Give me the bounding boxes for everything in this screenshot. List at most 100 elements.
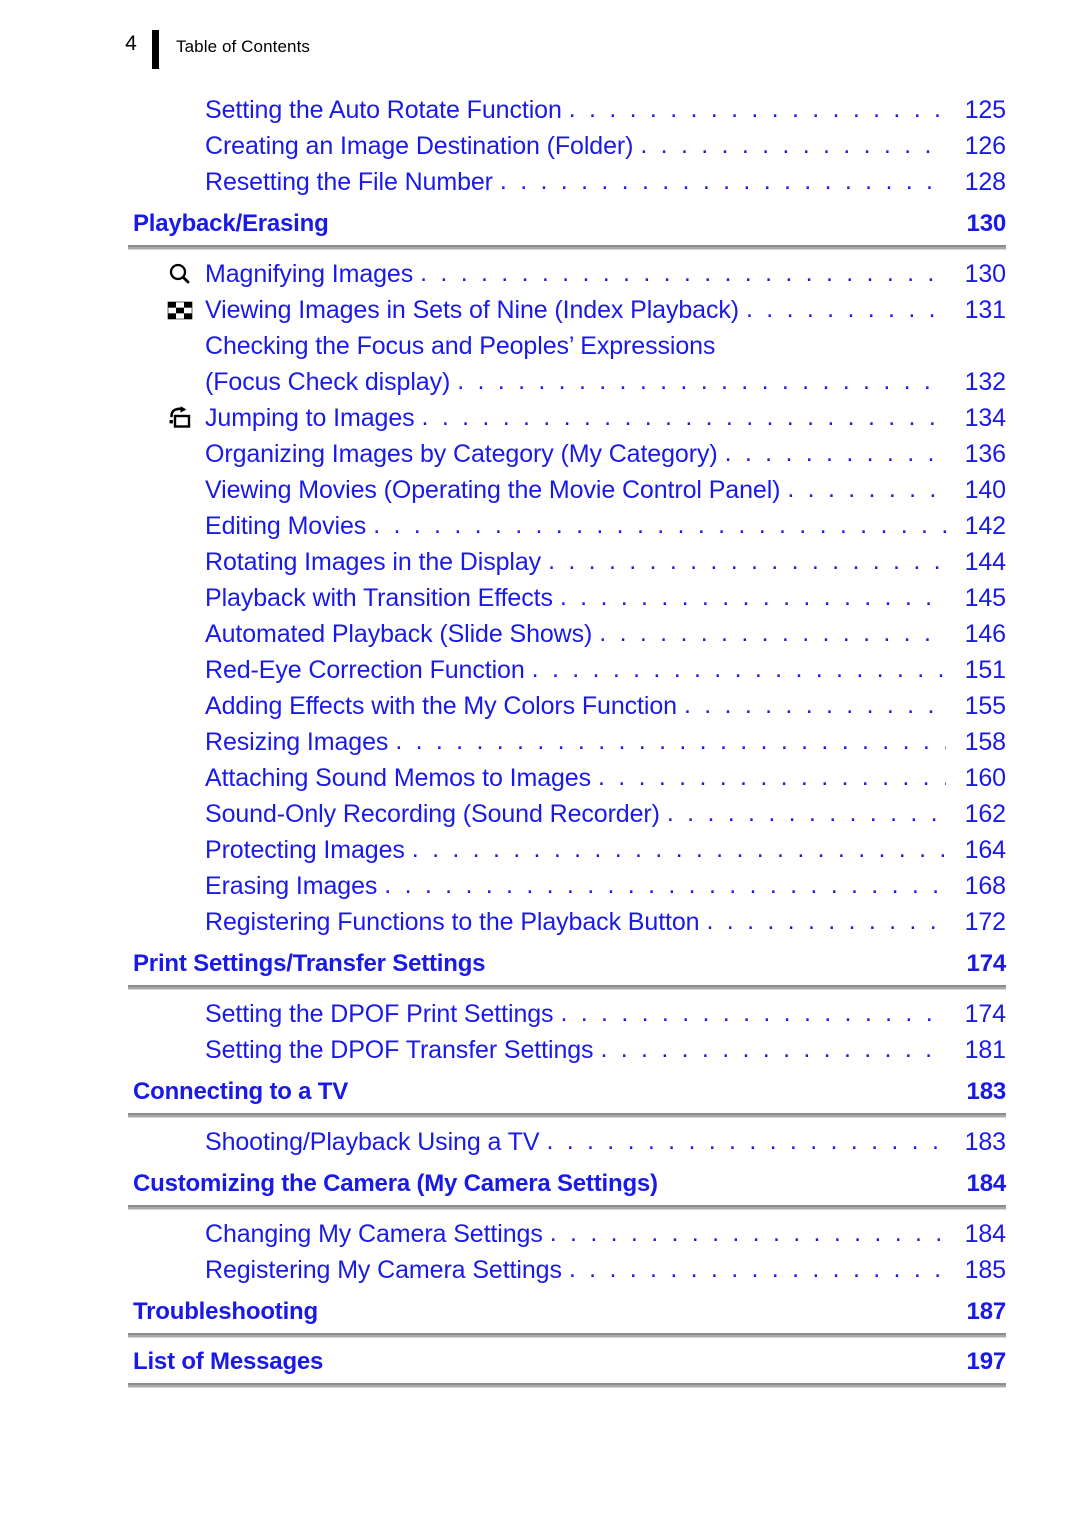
toc-entry-label: Viewing Movies (Operating the Movie Cont… <box>205 476 781 504</box>
toc-entry-label: Changing My Camera Settings <box>205 1220 543 1248</box>
toc-entry-label: Adding Effects with the My Colors Functi… <box>205 692 677 720</box>
toc-entry-page-number: 164 <box>964 836 1007 864</box>
toc-entry-page-number: 174 <box>964 1000 1007 1028</box>
toc-entry-page-number: 142 <box>964 512 1007 540</box>
toc-entry-label: Viewing Images in Sets of Nine (Index Pl… <box>205 296 739 324</box>
toc-entry[interactable]: Protecting Images. . . . . . . . . . . .… <box>0 832 1080 868</box>
toc-entry[interactable]: Viewing Movies (Operating the Movie Cont… <box>0 472 1080 508</box>
section-divider-rule <box>128 1205 1006 1210</box>
toc-entry[interactable]: Resizing Images. . . . . . . . . . . . .… <box>0 724 1080 760</box>
toc-entry-page-number: 125 <box>964 96 1007 124</box>
toc-entry[interactable]: Erasing Images. . . . . . . . . . . . . … <box>0 868 1080 904</box>
toc-entry-list: Magnifying Images . . . . . . . . . . . .… <box>0 256 1080 940</box>
toc-entry-page-number: 155 <box>964 692 1007 720</box>
toc-section-page-number: 187 <box>966 1298 1007 1325</box>
dot-leader: . . . . . . . . . . . . . . . . . . . . … <box>666 799 946 827</box>
toc-entry-label: Erasing Images <box>205 872 378 900</box>
section-divider-rule <box>128 985 1006 990</box>
toc-entry-label: Registering Functions to the Playback Bu… <box>205 908 700 936</box>
toc-entry[interactable]: Changing My Camera Settings. . . . . . .… <box>0 1216 1080 1252</box>
toc-entry-list: Changing My Camera Settings. . . . . . .… <box>0 1216 1080 1288</box>
toc-entry[interactable]: Checking the Focus and Peoples’ Expressi… <box>0 328 1080 364</box>
toc-entry-page-number: 130 <box>964 260 1007 288</box>
toc-entry-page-number: 131 <box>964 296 1007 324</box>
toc-section-title: Troubleshooting <box>133 1298 318 1325</box>
toc-entry-label: Shooting/Playback Using a TV <box>205 1128 540 1156</box>
toc-entry[interactable]: Organizing Images by Category (My Catego… <box>0 436 1080 472</box>
toc-entry-page-number: 158 <box>964 728 1007 756</box>
toc-entry[interactable]: Rotating Images in the Display. . . . . … <box>0 544 1080 580</box>
toc-entry-label: Magnifying Images <box>205 260 414 288</box>
toc-entry[interactable]: Shooting/Playback Using a TV. . . . . . … <box>0 1124 1080 1160</box>
toc-entry[interactable]: Adding Effects with the My Colors Functi… <box>0 688 1080 724</box>
toc-entry-label: Resetting the File Number <box>205 168 493 196</box>
toc-section-title: Connecting to a TV <box>133 1078 349 1105</box>
toc-entry-page-number: 181 <box>964 1036 1007 1064</box>
toc-entry[interactable]: Editing Movies. . . . . . . . . . . . . … <box>0 508 1080 544</box>
toc-entry[interactable]: Magnifying Images. . . . . . . . . . . .… <box>0 256 1080 292</box>
toc-section-title: Playback/Erasing <box>133 210 329 237</box>
dot-leader: . . . . . . . . . . . . . . . . . . . . … <box>599 619 946 647</box>
index-playback-icon <box>167 298 197 320</box>
toc-entry[interactable]: Attaching Sound Memos to Images. . . . .… <box>0 760 1080 796</box>
dot-leader: . . . . . . . . . . . . . . . . . . . . … <box>384 871 946 899</box>
toc-entry-label: Editing Movies <box>205 512 367 540</box>
toc-entry-label: Rotating Images in the Display <box>205 548 542 576</box>
dot-leader: . . . . . . . . . . . . . . . . . . . . … <box>411 835 946 863</box>
toc-entry-page-number: 134 <box>964 404 1007 432</box>
toc-entry[interactable]: (Focus Check display). . . . . . . . . .… <box>0 364 1080 400</box>
toc-entry[interactable]: Creating an Image Destination (Folder). … <box>0 128 1080 164</box>
toc-entry[interactable]: Registering Functions to the Playback Bu… <box>0 904 1080 940</box>
toc-section-title: List of Messages <box>133 1348 324 1375</box>
toc-entry-page-number: 145 <box>964 584 1007 612</box>
toc-continued-entries: Setting the Auto Rotate Function . . . . … <box>0 92 1080 200</box>
toc-entry[interactable]: Setting the Auto Rotate Function. . . . … <box>0 92 1080 128</box>
toc-entry[interactable]: Jumping to Images. . . . . . . . . . . .… <box>0 400 1080 436</box>
toc-entry-page-number: 172 <box>964 908 1007 936</box>
toc-entry-page-number: 144 <box>964 548 1007 576</box>
section-divider-rule <box>128 245 1006 250</box>
toc-section-header[interactable]: Print Settings/Transfer Settings 174 <box>0 950 1080 978</box>
toc-entry[interactable]: Registering My Camera Settings. . . . . … <box>0 1252 1080 1288</box>
dot-leader: . . . . . . . . . . . . . . . . . . . . … <box>683 691 946 719</box>
dot-leader: . . . . . . . . . . . . . . . . . . . . … <box>706 907 947 935</box>
toc-entry-label: Attaching Sound Memos to Images <box>205 764 591 792</box>
table-of-contents: Setting the Auto Rotate Function . . . . … <box>0 92 1080 1394</box>
toc-entry-label: Resizing Images <box>205 728 389 756</box>
toc-entry-label: Setting the DPOF Print Settings <box>205 1000 554 1028</box>
toc-section-header[interactable]: Playback/Erasing 130 <box>0 210 1080 238</box>
toc-section: Connecting to a TV 183 Shooting/Playback U… <box>0 1078 1080 1160</box>
toc-entry[interactable]: Viewing Images in Sets of Nine (Index Pl… <box>0 292 1080 328</box>
dot-leader: . . . . . . . . . . . . . . . . . . . . … <box>549 1219 946 1247</box>
toc-section-header[interactable]: Connecting to a TV 183 <box>0 1078 1080 1106</box>
magnifier-icon <box>167 262 197 284</box>
page-number: 4 <box>125 32 137 55</box>
header-divider-bar <box>152 30 159 69</box>
toc-entry-label: Automated Playback (Slide Shows) <box>205 620 593 648</box>
toc-section-page-number: 184 <box>966 1170 1007 1197</box>
dot-leader: . . . . . . . . . . . . . . . . . . . . … <box>598 763 946 791</box>
toc-entry[interactable]: Playback with Transition Effects. . . . … <box>0 580 1080 616</box>
toc-entry-page-number: 185 <box>964 1256 1007 1284</box>
toc-entry-label: Organizing Images by Category (My Catego… <box>205 440 718 468</box>
toc-section-header[interactable]: Customizing the Camera (My Camera Settin… <box>0 1170 1080 1198</box>
toc-entry-label: Jumping to Images <box>205 404 415 432</box>
toc-section-header[interactable]: Troubleshooting 187 <box>0 1298 1080 1326</box>
toc-entry-label: Sound-Only Recording (Sound Recorder) <box>205 800 660 828</box>
toc-entry-list: Setting the DPOF Print Settings. . . . .… <box>0 996 1080 1068</box>
toc-entry[interactable]: Red-Eye Correction Function. . . . . . .… <box>0 652 1080 688</box>
toc-section-header[interactable]: List of Messages 197 <box>0 1348 1080 1376</box>
toc-entry[interactable]: Sound-Only Recording (Sound Recorder). .… <box>0 796 1080 832</box>
toc-entry[interactable]: Resetting the File Number. . . . . . . .… <box>0 164 1080 200</box>
toc-section-page-number: 174 <box>966 950 1007 977</box>
dot-leader: . . . . . . . . . . . . . . . . . . . . … <box>746 295 946 323</box>
dot-leader: . . . . . . . . . . . . . . . . . . . . … <box>560 999 946 1027</box>
toc-entry[interactable]: Automated Playback (Slide Shows). . . . … <box>0 616 1080 652</box>
page-header: 4 Table of Contents <box>0 28 1080 72</box>
toc-entry[interactable]: Setting the DPOF Print Settings. . . . .… <box>0 996 1080 1032</box>
dot-leader: . . . . . . . . . . . . . . . . . . . . … <box>640 131 946 159</box>
toc-entry-page-number: 128 <box>964 168 1007 196</box>
toc-entry[interactable]: Setting the DPOF Transfer Settings. . . … <box>0 1032 1080 1068</box>
toc-entry-list: Shooting/Playback Using a TV. . . . . . … <box>0 1124 1080 1160</box>
toc-entry-label: Setting the Auto Rotate Function <box>205 96 562 124</box>
